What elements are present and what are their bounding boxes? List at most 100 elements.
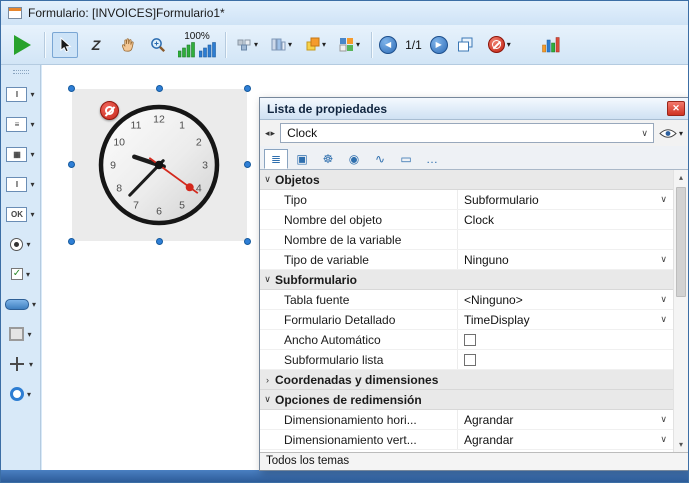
- property-value[interactable]: [457, 350, 673, 369]
- chevron-down-icon[interactable]: ▾: [29, 360, 33, 369]
- resize-handle-right[interactable]: [244, 161, 251, 168]
- page-indicator: 1/1: [405, 38, 422, 52]
- next-object-button[interactable]: ▸: [271, 128, 276, 139]
- zoom-100-icon[interactable]: [199, 42, 216, 58]
- next-page-button[interactable]: ▶: [430, 36, 448, 54]
- ok-button-tool[interactable]: OK▾: [2, 200, 40, 228]
- grid-menu-button[interactable]: ▾: [335, 34, 364, 55]
- property-value[interactable]: Clock: [457, 210, 673, 229]
- property-value[interactable]: Ninguno∨: [457, 250, 673, 269]
- dial-tool[interactable]: ▾: [2, 380, 40, 408]
- clock-widget[interactable]: 121234567891011: [94, 100, 224, 230]
- property-value[interactable]: TimeDisplay∨: [457, 310, 673, 329]
- tab-connections-tab[interactable]: ◉: [342, 149, 366, 169]
- visibility-menu-button[interactable]: ▾: [659, 128, 683, 139]
- checkbox[interactable]: [464, 354, 476, 366]
- layer-menu-button[interactable]: ▾: [301, 34, 330, 55]
- chevron-down-icon[interactable]: ∨: [660, 414, 667, 425]
- text-display-icon: I: [6, 177, 27, 192]
- chevron-down-icon[interactable]: ∨: [660, 434, 667, 445]
- chevron-down-icon[interactable]: ▾: [27, 390, 31, 399]
- run-form-button[interactable]: [7, 32, 37, 58]
- checkbox[interactable]: [464, 334, 476, 346]
- tab-order-tool-button[interactable]: Z: [83, 32, 109, 58]
- resize-handle-bottom-right[interactable]: [244, 238, 251, 245]
- chevron-down-icon[interactable]: ▾: [30, 90, 34, 99]
- distribute-menu-button[interactable]: ▾: [267, 34, 296, 55]
- chevron-down-icon[interactable]: ▾: [30, 210, 34, 219]
- chevron-down-icon[interactable]: ▾: [27, 330, 31, 339]
- text-display-tool[interactable]: I▾: [2, 170, 40, 198]
- property-label: Nombre del objeto: [260, 213, 457, 227]
- tab-order-icon: Z: [92, 37, 101, 53]
- multiline-field-tool[interactable]: ≡▾: [2, 110, 40, 138]
- section-subformulario[interactable]: ∨Subformulario: [260, 270, 673, 290]
- chevron-down-icon[interactable]: ▾: [26, 240, 30, 249]
- previous-page-button[interactable]: ◀: [379, 36, 397, 54]
- eye-icon: [659, 128, 677, 139]
- chevron-down-icon[interactable]: ▾: [32, 300, 36, 309]
- resize-handle-bottom[interactable]: [156, 238, 163, 245]
- zoom-fit-icon[interactable]: [178, 42, 195, 58]
- check-box-tool[interactable]: ✓▾: [2, 260, 40, 288]
- scroll-down-arrow[interactable]: ▾: [674, 437, 688, 452]
- object-selector-dropdown[interactable]: Clock ∨: [280, 123, 654, 143]
- tab-settings-tab[interactable]: ☸: [316, 149, 340, 169]
- splitter-icon: [8, 356, 26, 372]
- frame-tool[interactable]: ▾: [2, 320, 40, 348]
- bar-chart-icon: [542, 36, 560, 53]
- scrollbar-thumb[interactable]: [676, 187, 686, 297]
- chevron-down-icon[interactable]: ▾: [30, 120, 34, 129]
- chevron-down-icon[interactable]: ∨: [660, 294, 667, 305]
- tab-editor-tab[interactable]: ▣: [290, 149, 314, 169]
- chevron-down-icon[interactable]: ∨: [660, 194, 667, 205]
- panel-header[interactable]: Lista de propiedades ✕: [260, 98, 688, 120]
- themes-footer[interactable]: Todos los temas: [260, 452, 688, 470]
- chevron-down-icon[interactable]: ∨: [660, 254, 667, 265]
- resize-handle-top-right[interactable]: [244, 85, 251, 92]
- tab-more-tab[interactable]: …: [420, 149, 444, 169]
- section-coordenadas-y-dimensiones[interactable]: ›Coordenadas y dimensiones: [260, 370, 673, 390]
- editor-tab-icon: ▣: [296, 152, 307, 166]
- statistics-button[interactable]: [538, 32, 564, 58]
- property-value[interactable]: <Ninguno>∨: [457, 290, 673, 309]
- property-value[interactable]: [457, 230, 673, 249]
- resize-handle-left[interactable]: [68, 161, 75, 168]
- select-tool-button[interactable]: [52, 32, 78, 58]
- splitter-tool[interactable]: ▾: [2, 350, 40, 378]
- property-value[interactable]: Agrandar∨: [457, 430, 673, 449]
- alignment-menu-button[interactable]: ▾: [233, 34, 262, 55]
- clock-number: 9: [110, 160, 116, 172]
- property-value[interactable]: Agrandar∨: [457, 410, 673, 429]
- scrollbar[interactable]: ▴ ▾: [673, 170, 688, 452]
- chevron-down-icon[interactable]: ▾: [30, 150, 34, 159]
- button-bar-tool[interactable]: ▾: [2, 290, 40, 318]
- section-opciones-de-redimension[interactable]: ∨Opciones de redimensión: [260, 390, 673, 410]
- section-objetos[interactable]: ∨Objetos: [260, 170, 673, 190]
- clock-number: 8: [116, 183, 122, 195]
- list-view-tool[interactable]: ▦▾: [2, 140, 40, 168]
- clock-subform-widget[interactable]: 121234567891011: [72, 89, 247, 241]
- resize-handle-top-left[interactable]: [68, 85, 75, 92]
- title-bar: Formulario: [INVOICES]Formulario1*: [1, 1, 688, 25]
- chevron-down-icon[interactable]: ▾: [26, 270, 30, 279]
- previous-object-button[interactable]: ◂: [265, 128, 270, 139]
- resize-handle-bottom-left[interactable]: [68, 238, 75, 245]
- tab-display-tab[interactable]: ▭: [394, 149, 418, 169]
- zoom-tool-button[interactable]: [145, 32, 171, 58]
- object-marker-icon[interactable]: [100, 101, 119, 120]
- property-value[interactable]: Subformulario∨: [457, 190, 673, 209]
- stop-menu-button[interactable]: ▾: [484, 33, 515, 56]
- scroll-up-arrow[interactable]: ▴: [674, 170, 688, 185]
- resize-handle-top[interactable]: [156, 85, 163, 92]
- tab-properties-tab[interactable]: ≣: [264, 149, 288, 169]
- close-button[interactable]: ✕: [667, 101, 685, 116]
- chevron-down-icon[interactable]: ▾: [30, 180, 34, 189]
- pan-tool-button[interactable]: [114, 32, 140, 58]
- tab-curves-tab[interactable]: ∿: [368, 149, 392, 169]
- windows-button[interactable]: [453, 32, 479, 58]
- radio-button-tool[interactable]: ▾: [2, 230, 40, 258]
- chevron-down-icon[interactable]: ∨: [660, 314, 667, 325]
- edit-field-tool[interactable]: I▾: [2, 80, 40, 108]
- property-value[interactable]: [457, 330, 673, 349]
